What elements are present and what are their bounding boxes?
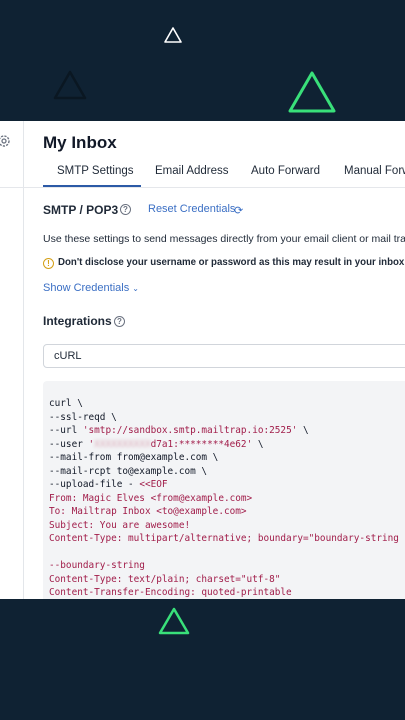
- chevron-down-icon: ⌄: [132, 284, 139, 293]
- redacted-username: XXXXXXXXXX: [94, 438, 151, 450]
- tab-auto-forward[interactable]: Auto Forward: [251, 165, 320, 177]
- code-line: Subject: You are awesome!: [49, 519, 191, 531]
- tab-email-address[interactable]: Email Address: [155, 165, 229, 177]
- code-snippet[interactable]: curl \ --ssl-reqd \ --url 'smtp://sandbox.…: [43, 381, 405, 599]
- triangle-dark-icon: [53, 70, 87, 100]
- tab-bar: SMTP Settings Email Address Auto Forward…: [43, 163, 405, 187]
- code-line: --mail-from from@example.com \: [49, 452, 219, 463]
- gear-icon[interactable]: [0, 133, 12, 149]
- smtp-description: Use these settings to send messages dire…: [43, 233, 405, 245]
- tab-manual-forward[interactable]: Manual Forw: [344, 165, 405, 177]
- help-icon[interactable]: ?: [120, 204, 131, 215]
- code-line: To: Mailtrap Inbox <to@example.com>: [49, 506, 247, 517]
- warning-text: Don't disclose your username or password…: [58, 257, 405, 268]
- refresh-icon[interactable]: ⟳: [234, 204, 243, 217]
- warning-icon: !: [43, 258, 54, 269]
- code-line: curl \: [49, 398, 83, 409]
- app-window: My Inbox SMTP Settings Email Address Aut…: [0, 121, 405, 599]
- code-line: --user 'XXXXXXXXXXd7a1:********4e62' \: [49, 438, 264, 450]
- tab-smtp-settings[interactable]: SMTP Settings: [57, 165, 134, 177]
- integrations-heading: Integrations: [43, 314, 112, 328]
- show-credentials-label: Show Credentials: [43, 282, 130, 294]
- integration-select-value: cURL: [54, 350, 82, 362]
- show-credentials-toggle[interactable]: Show Credentials ⌄: [43, 282, 139, 294]
- triangle-green-icon: [288, 71, 336, 113]
- page-title: My Inbox: [43, 133, 117, 152]
- reset-credentials-link[interactable]: Reset Credentials: [148, 203, 235, 215]
- code-line: --ssl-reqd \: [49, 411, 117, 423]
- tab-divider: [0, 187, 405, 188]
- code-line: From: Magic Elves <from@example.com>: [49, 492, 253, 504]
- code-line: --url 'smtp://sandbox.smtp.mailtrap.io:2…: [49, 425, 309, 436]
- code-line: --mail-rcpt to@example.com \: [49, 465, 208, 477]
- code-line: --boundary-string: [49, 560, 145, 571]
- triangle-green-bottom-icon: [158, 607, 190, 635]
- code-line: --upload-file - <<EOF: [49, 479, 168, 490]
- help-icon-integrations[interactable]: ?: [114, 316, 125, 327]
- code-line: Content-Type: text/plain; charset="utf-8…: [49, 573, 281, 585]
- triangle-outline-icon: [164, 27, 182, 43]
- code-line: Content-Transfer-Encoding: quoted-printa…: [49, 587, 292, 598]
- integration-select[interactable]: cURL: [43, 344, 405, 368]
- sidebar: [0, 121, 24, 599]
- warning-message: ! Don't disclose your username or passwor…: [43, 257, 405, 269]
- smtp-heading: SMTP / POP3: [43, 203, 119, 217]
- code-line: Content-Type: multipart/alternative; bou…: [49, 533, 399, 544]
